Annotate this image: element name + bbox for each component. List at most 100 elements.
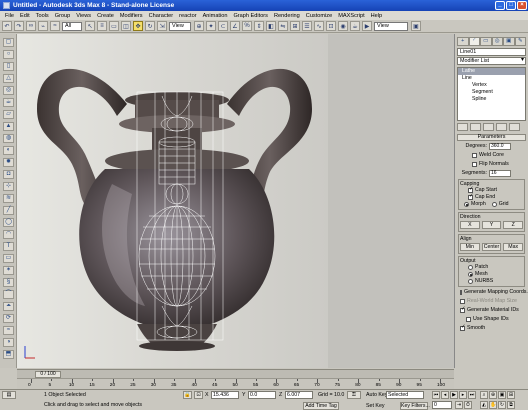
z-coordinate-field[interactable]: 6.007: [285, 391, 313, 399]
sphere-icon[interactable]: ○: [3, 50, 14, 59]
undo-icon[interactable]: ↶: [2, 21, 12, 31]
stack-item-lathe[interactable]: Lathe: [458, 68, 525, 75]
grid-radio[interactable]: [491, 202, 497, 207]
select-and-move-icon[interactable]: ✥: [133, 21, 143, 31]
key-mode-dropdown[interactable]: Selected: [386, 391, 424, 399]
modifier-lathe-icon[interactable]: ◑: [3, 338, 14, 347]
select-and-rotate-icon[interactable]: ↻: [145, 21, 155, 31]
modifier-twist-icon[interactable]: ⟳: [3, 314, 14, 323]
pin-stack-icon[interactable]: [457, 123, 468, 131]
patch-radio[interactable]: [468, 265, 473, 270]
menu-customize[interactable]: Customize: [303, 13, 335, 19]
close-button[interactable]: ×: [517, 1, 527, 10]
redo-icon[interactable]: ↷: [14, 21, 24, 31]
menu-edit[interactable]: Edit: [17, 13, 33, 19]
menu-modifiers[interactable]: Modifiers: [117, 13, 146, 19]
plane-icon[interactable]: ▱: [3, 110, 14, 119]
snaps-toggle-icon[interactable]: ⊂: [218, 21, 228, 31]
maxscript-listener-icon[interactable]: ▤: [2, 391, 16, 399]
text-shape-icon[interactable]: T: [3, 242, 14, 251]
select-object-icon[interactable]: ↖: [85, 21, 95, 31]
gen-mat-ids-checkbox[interactable]: [460, 306, 466, 313]
tab-motion[interactable]: ◎: [491, 37, 503, 46]
tab-hierarchy[interactable]: ▭: [480, 37, 492, 46]
maximize-viewport-icon[interactable]: ⧉: [507, 401, 515, 409]
modifier-taper-icon[interactable]: ⏶: [3, 302, 14, 311]
tube-icon[interactable]: ◍: [3, 134, 14, 143]
reference-coordinate-dropdown[interactable]: View: [169, 21, 191, 31]
modifier-bend-icon[interactable]: ⌒: [3, 290, 14, 299]
modifier-noise-icon[interactable]: ≈: [3, 326, 14, 335]
material-editor-icon[interactable]: ◉: [338, 21, 348, 31]
pyramid-icon[interactable]: ▲: [3, 122, 14, 131]
go-to-start-icon[interactable]: ⏮: [432, 391, 440, 399]
minimize-button[interactable]: _: [495, 1, 505, 10]
smooth-checkbox[interactable]: [460, 324, 466, 331]
weld-core-checkbox[interactable]: [472, 152, 477, 158]
menu-rendering[interactable]: Rendering: [271, 13, 303, 19]
render-type-dropdown[interactable]: View: [374, 21, 408, 31]
render-scene-icon[interactable]: ☕: [350, 21, 360, 31]
modifier-extrude-icon[interactable]: ⬒: [3, 350, 14, 359]
torus-icon[interactable]: ◎: [3, 86, 14, 95]
align-icon[interactable]: ⊞: [290, 21, 300, 31]
camera-icon[interactable]: ◘: [3, 170, 14, 179]
zoom-extents-all-icon[interactable]: ⊞: [507, 391, 515, 399]
field-of-view-icon[interactable]: ◭: [480, 401, 488, 409]
menu-tools[interactable]: Tools: [33, 13, 52, 19]
time-slider[interactable]: 0 / 100: [17, 369, 454, 378]
absolute-mode-icon[interactable]: ⊡: [194, 391, 203, 399]
real-world-checkbox[interactable]: [460, 298, 465, 304]
arc-icon[interactable]: ◠: [3, 230, 14, 239]
spinner-snap-icon[interactable]: ⇕: [254, 21, 264, 31]
layer-manager-icon[interactable]: ☰: [302, 21, 312, 31]
maximize-button[interactable]: □: [506, 1, 516, 10]
degrees-spinner[interactable]: 360.0: [489, 142, 511, 150]
direction-x-button[interactable]: X: [460, 221, 480, 229]
arc-rotate-icon[interactable]: ↻: [498, 401, 506, 409]
percent-snap-icon[interactable]: %: [242, 21, 252, 31]
direction-z-button[interactable]: Z: [503, 221, 524, 229]
remove-modifier-icon[interactable]: [496, 123, 507, 131]
go-to-end-icon[interactable]: ⏭: [468, 391, 476, 399]
flip-normals-checkbox[interactable]: [472, 161, 477, 167]
previous-frame-icon[interactable]: ◂: [441, 391, 449, 399]
time-configuration-icon[interactable]: ⏱: [464, 401, 472, 409]
circle-icon[interactable]: ◯: [3, 218, 14, 227]
link-icon[interactable]: ∞: [26, 21, 36, 31]
angle-snap-icon[interactable]: ∠: [230, 21, 240, 31]
rectangle-shape-icon[interactable]: ▭: [3, 254, 14, 263]
menu-character[interactable]: Character: [146, 13, 177, 19]
parameters-rollout-header[interactable]: Parameters: [457, 134, 526, 141]
menu-views[interactable]: Views: [73, 13, 94, 19]
align-center-button[interactable]: Center: [481, 243, 502, 251]
direction-y-button[interactable]: Y: [481, 221, 502, 229]
select-by-name-icon[interactable]: ≡: [97, 21, 107, 31]
menu-create[interactable]: Create: [94, 13, 117, 19]
gen-mapping-checkbox[interactable]: [460, 289, 462, 295]
tab-create[interactable]: +: [457, 37, 469, 46]
menu-help[interactable]: Help: [368, 13, 386, 19]
align-min-button[interactable]: Min: [460, 243, 480, 251]
cylinder-icon[interactable]: ▯: [3, 62, 14, 71]
x-coordinate-field[interactable]: 15.436: [211, 391, 239, 399]
pivot-center-icon[interactable]: ⊕: [194, 21, 204, 31]
y-coordinate-field[interactable]: 0.0: [248, 391, 276, 399]
zoom-extents-icon[interactable]: ▣: [498, 391, 506, 399]
window-crossing-icon[interactable]: ◫: [121, 21, 131, 31]
box-icon[interactable]: ▢: [3, 38, 14, 47]
select-manipulate-icon[interactable]: ✦: [206, 21, 216, 31]
tab-utilities[interactable]: ✎: [514, 37, 526, 46]
configure-modifier-sets-icon[interactable]: [509, 123, 520, 131]
use-shape-ids-checkbox[interactable]: [466, 316, 471, 322]
render-last-icon[interactable]: ▣: [411, 21, 421, 31]
set-key-label[interactable]: Set Key: [366, 402, 385, 410]
helix-icon[interactable]: §: [3, 278, 14, 287]
light-icon[interactable]: ✹: [3, 158, 14, 167]
selection-filter-dropdown[interactable]: All: [62, 21, 82, 31]
make-unique-icon[interactable]: [483, 123, 494, 131]
show-end-result-icon[interactable]: [470, 123, 481, 131]
rectangular-selection-icon[interactable]: ▭: [109, 21, 119, 31]
helper-icon[interactable]: ⊹: [3, 182, 14, 191]
spacewarp-icon[interactable]: ≋: [3, 194, 14, 203]
